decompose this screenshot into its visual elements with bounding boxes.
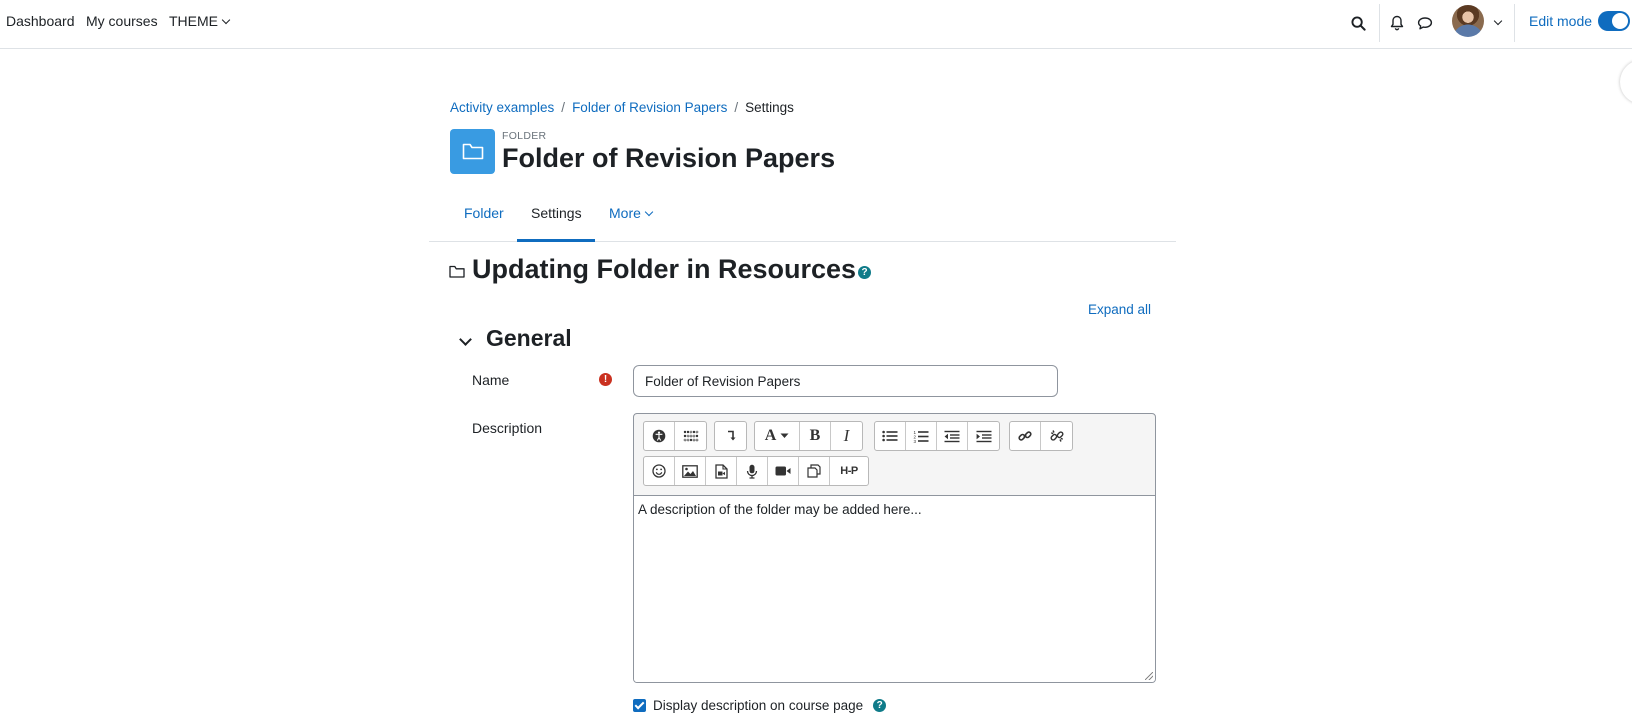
page-title: Folder of Revision Papers [502,143,836,173]
show-more-buttons-icon[interactable] [715,422,746,450]
toolbar-group-links [1009,421,1073,451]
activity-type-label: FOLDER [502,130,547,142]
italic-button[interactable]: I [831,422,862,450]
top-navbar: Dashboard My courses THEME Edit mode [0,0,1632,49]
help-icon[interactable]: ? [873,699,887,712]
accessibility-checker-icon[interactable] [644,422,675,450]
description-editor: A B I 123 H-P A description of the folde… [633,413,1156,683]
font-style-dropdown[interactable]: A [755,422,800,450]
breadcrumb-item-current: Settings [745,100,794,115]
chat-bubble-icon[interactable] [1414,12,1436,34]
link-icon[interactable] [1010,422,1041,450]
bold-label: B [809,427,821,444]
breadcrumb: Activity examples / Folder of Revision Pap… [450,100,794,115]
bold-button[interactable]: B [800,422,831,450]
toolbar-group-media: H-P [643,456,869,486]
name-input[interactable] [633,365,1058,397]
active-tab-indicator [517,239,595,242]
svg-text:3: 3 [914,438,917,442]
section-title-general[interactable]: General [486,325,572,352]
nav-divider [1514,4,1515,42]
chevron-down-icon[interactable] [459,333,472,346]
indent-icon[interactable] [968,422,999,450]
breadcrumb-item-folder[interactable]: Folder of Revision Papers [572,100,727,115]
toolbar-group-accessibility [643,421,707,451]
nav-theme-label: THEME [169,13,218,29]
display-description-row: Display description on course page ? [633,698,887,713]
image-icon[interactable] [675,457,706,485]
tab-folder[interactable]: Folder [464,205,504,221]
toolbar-group-style: A B I [754,421,863,451]
tab-more-label: More [609,205,641,221]
toolbar-group-lists: 123 [874,421,1000,451]
description-label: Description [472,420,543,436]
emoji-icon[interactable] [644,457,675,485]
edit-mode-toggle[interactable] [1598,11,1630,31]
ordered-list-icon[interactable]: 123 [906,422,937,450]
braille-icon[interactable] [675,422,706,450]
tab-settings[interactable]: Settings [531,205,582,221]
font-style-label: A [764,427,777,444]
nav-theme-menu[interactable]: THEME [169,13,231,29]
unlink-icon[interactable] [1041,422,1072,450]
h5p-icon[interactable]: H-P [830,457,868,485]
chevron-down-icon [644,207,654,217]
chevron-down-icon [221,15,231,25]
media-file-icon[interactable] [706,457,737,485]
resize-handle[interactable] [1145,672,1153,680]
avatar[interactable] [1452,5,1484,37]
description-textarea[interactable]: A description of the folder may be added… [634,495,1155,682]
toolbar-group-collapse [714,421,747,451]
outdent-icon[interactable] [937,422,968,450]
folder-icon [449,265,465,281]
right-drawer-toggle[interactable] [1620,60,1632,104]
chevron-down-icon[interactable] [1493,16,1503,26]
nav-divider [1379,4,1380,42]
search-icon[interactable] [1347,12,1369,34]
nav-dashboard-link[interactable]: Dashboard [6,13,75,29]
caret-down-icon [780,433,789,438]
tab-more[interactable]: More [609,205,654,221]
toggle-knob [1612,13,1628,29]
record-video-icon[interactable] [768,457,799,485]
secondary-navigation: Folder Settings More [429,195,1176,242]
nav-my-courses-link[interactable]: My courses [86,13,158,29]
expand-all-link[interactable]: Expand all [1088,302,1151,317]
italic-label: I [843,426,850,445]
edit-mode-label: Edit mode [1529,13,1593,29]
h5p-label: H-P [840,465,858,477]
display-description-checkbox[interactable] [633,699,646,712]
name-label: Name [472,372,510,388]
record-audio-icon[interactable] [737,457,768,485]
required-icon: ! [599,373,612,386]
bell-icon[interactable] [1386,12,1408,34]
help-icon[interactable]: ? [858,266,871,279]
unordered-list-icon[interactable] [875,422,906,450]
folder-activity-icon [450,129,495,174]
manage-files-icon[interactable] [799,457,830,485]
display-description-label[interactable]: Display description on course page [653,698,863,713]
form-title: Updating Folder in Resources [472,254,857,284]
breadcrumb-item-course[interactable]: Activity examples [450,100,554,115]
